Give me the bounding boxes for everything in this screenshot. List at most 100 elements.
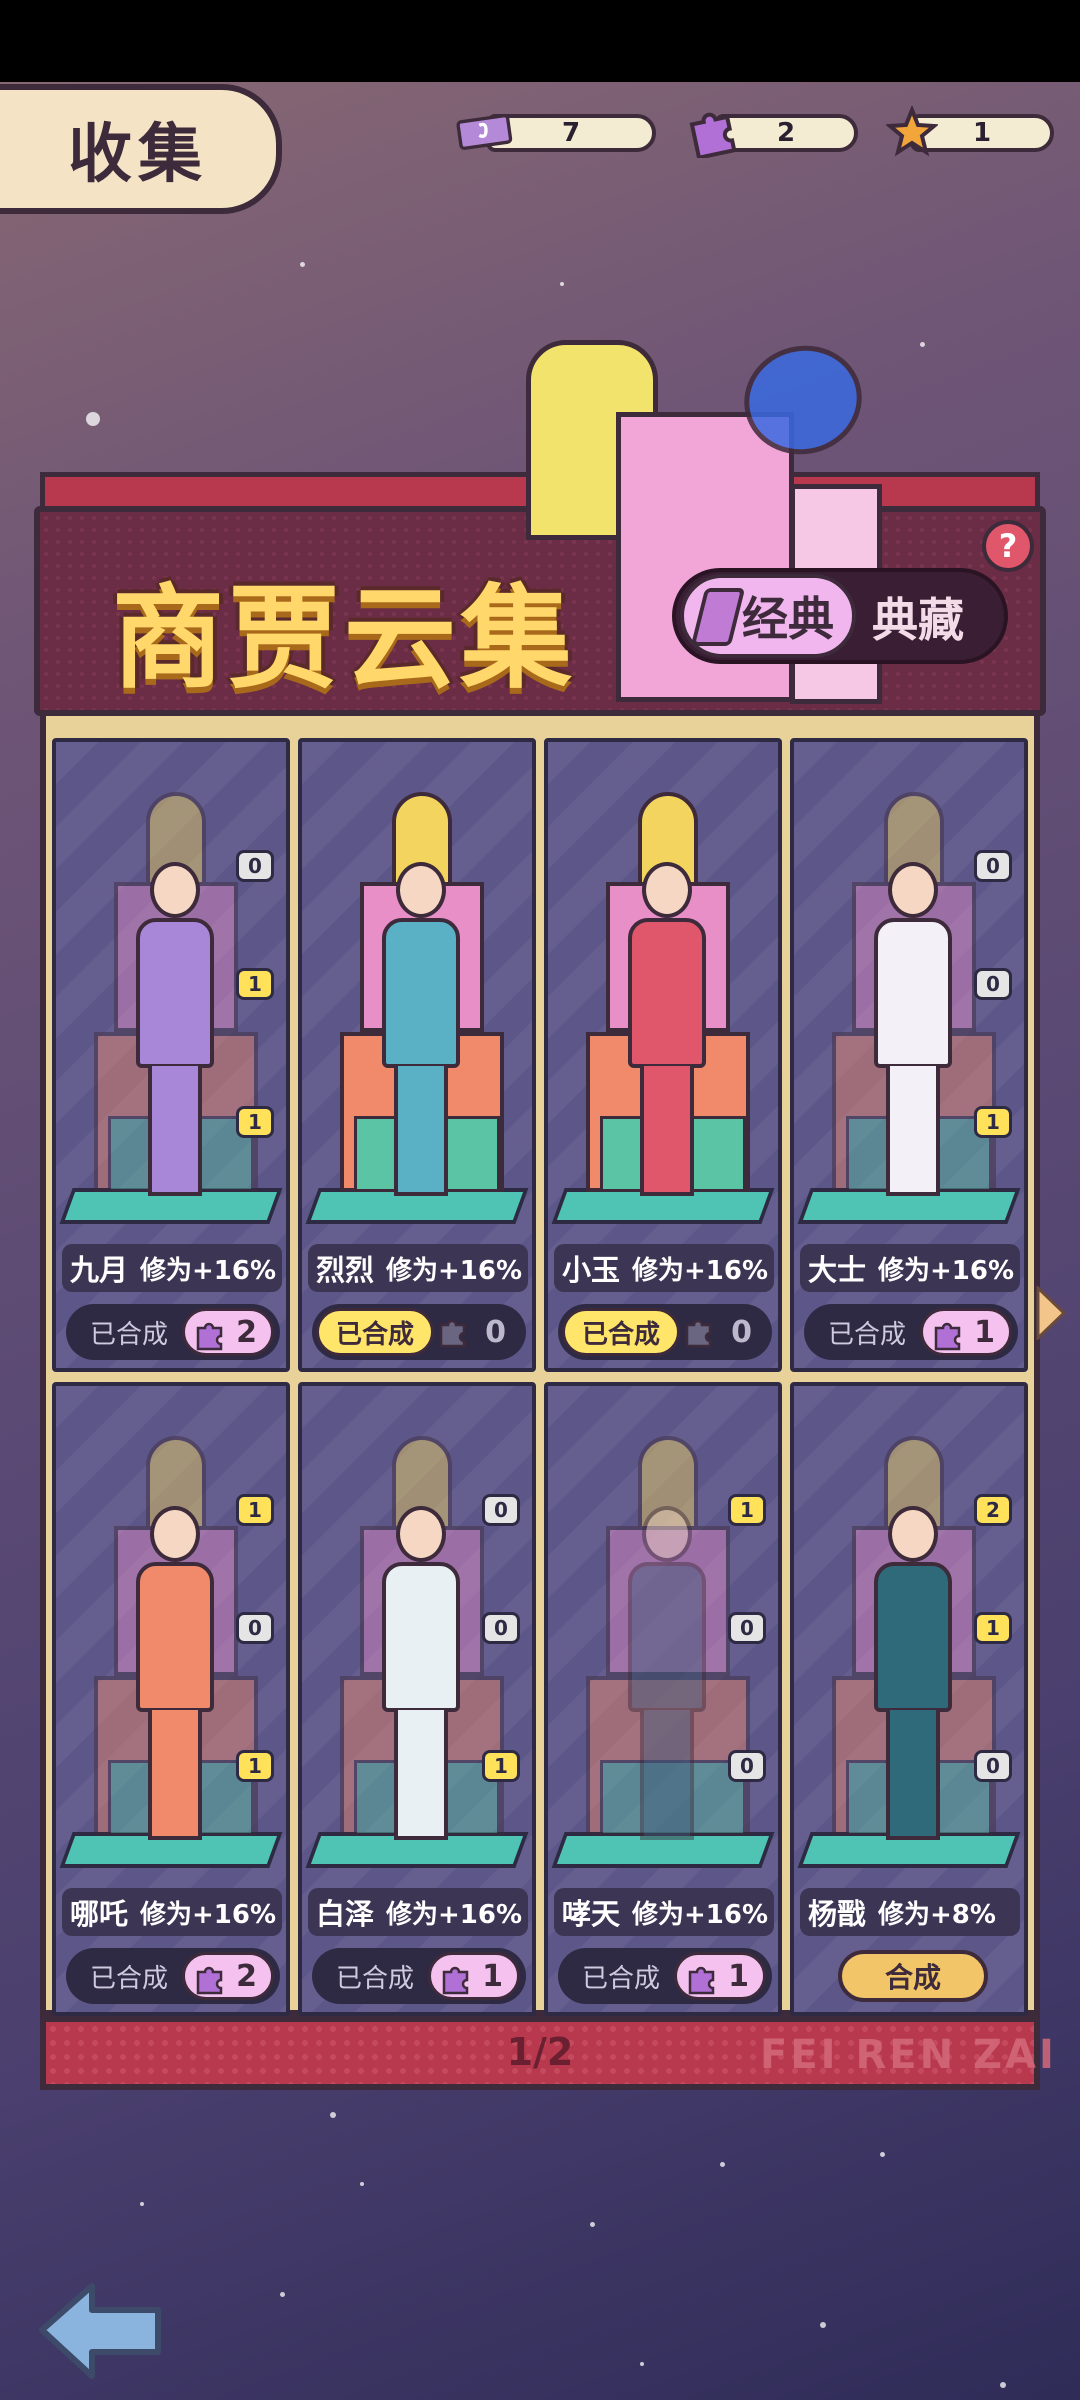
name-bar: 大士 修为+16%: [800, 1244, 1020, 1292]
fragment-count-value: 0: [485, 1314, 506, 1350]
currency-ticket: 7: [456, 108, 656, 154]
piece-count-tag: 2: [974, 1494, 1012, 1526]
character-portrait: [126, 862, 222, 1202]
name-bar: 杨戬 修为+8%: [800, 1888, 1020, 1936]
piece-count-tag: 1: [236, 1106, 274, 1138]
puzzle-piece-icon: [196, 1322, 223, 1351]
piece-count-tag: 1: [974, 1106, 1012, 1138]
piece-count-tag: 0: [236, 850, 274, 882]
synthesis-status: 已合成 2: [66, 1304, 280, 1360]
synthesis-status: 已合成 0: [312, 1304, 526, 1360]
ticket-icon: [456, 104, 516, 160]
fragment-count: 1: [428, 1952, 520, 2000]
fragment-count-value: 0: [731, 1314, 752, 1350]
system-status-bar: [0, 0, 1080, 82]
currency-star: 1: [882, 106, 1054, 157]
cultivation-bonus: 修为+16%: [140, 1899, 277, 1930]
synthesized-label: 已合成: [581, 1963, 660, 1994]
star-dot: [330, 2112, 336, 2118]
fragment-count-value: 1: [728, 1958, 749, 1994]
character-portrait: [372, 862, 468, 1202]
puzzle-piece-icon: [685, 1319, 712, 1348]
character-portrait: [126, 1506, 222, 1846]
star-dot: [880, 2152, 885, 2157]
cultivation-bonus: 修为+16%: [632, 1255, 769, 1286]
cultivation-bonus: 修为+16%: [386, 1255, 523, 1286]
piece-count-tag: 1: [236, 1494, 274, 1526]
star-dot: [140, 2202, 144, 2206]
character-card[interactable]: 1 0 0 哮天 修为+16% 已合成 1: [544, 1382, 782, 2016]
tab-classic[interactable]: 经典: [680, 574, 856, 658]
synthesized-label: 已合成: [562, 1308, 680, 1356]
piece-count-tag: 0: [482, 1494, 520, 1526]
character-portrait: [618, 862, 714, 1202]
fragment-count: 0: [674, 1308, 766, 1356]
name-bar: 哪吒 修为+16%: [62, 1888, 282, 1936]
fragment-count: 0: [428, 1308, 520, 1356]
synthesis-status: 已合成 0: [558, 1304, 772, 1360]
name-bar: 九月 修为+16%: [62, 1244, 282, 1292]
cultivation-bonus: 修为+16%: [632, 1899, 769, 1930]
puzzle-piece-icon: [196, 1966, 223, 1995]
character-name: 白泽: [316, 1897, 375, 1931]
book-icon: [690, 588, 746, 646]
chevron-right-icon[interactable]: [1036, 1284, 1067, 1342]
star-count: 1: [972, 118, 992, 148]
brand-watermark: FEI REN ZAI: [760, 2032, 1057, 2078]
piece-count-tag: 0: [974, 1750, 1012, 1782]
piece-count-tag: 1: [482, 1750, 520, 1782]
synthesize-button[interactable]: 合成: [838, 1950, 988, 2002]
ticket-count: 7: [561, 118, 581, 148]
puzzle-piece-icon: [688, 1966, 715, 1995]
piece-count-tag: 0: [974, 850, 1012, 882]
character-card[interactable]: 0 0 1 大士 修为+16% 已合成 1: [790, 738, 1028, 1372]
banner-title: 商贾云集: [112, 574, 576, 704]
name-bar: 白泽 修为+16%: [308, 1888, 528, 1936]
page-indicator: 1/2: [506, 2030, 574, 2074]
star-dot: [300, 262, 305, 267]
character-name: 哪吒: [70, 1897, 129, 1931]
fragment-count-value: 1: [974, 1314, 995, 1350]
character-name: 九月: [70, 1253, 129, 1287]
character-portrait: [618, 1506, 714, 1846]
star-dot: [1000, 2382, 1006, 2388]
fragment-count-value: 1: [482, 1958, 503, 1994]
character-card[interactable]: 2 1 0 杨戬 修为+8% 合成: [790, 1382, 1028, 2016]
character-name: 杨戬: [808, 1897, 867, 1931]
synthesis-status: 已合成 1: [558, 1948, 772, 2004]
piece-count-tag: 0: [482, 1612, 520, 1644]
help-button[interactable]: ?: [982, 520, 1034, 572]
piece-count-tag: 1: [974, 1612, 1012, 1644]
fragment-count: 2: [182, 1952, 274, 2000]
character-card[interactable]: 小玉 修为+16% 已合成 0: [544, 738, 782, 1372]
synthesized-label: 已合成: [89, 1319, 168, 1350]
synthesis-status: 已合成 2: [66, 1948, 280, 2004]
star-dot: [360, 2182, 364, 2186]
puzzle-piece-icon: [439, 1319, 466, 1348]
star-dot: [640, 2362, 644, 2366]
star-icon: [882, 104, 942, 160]
character-name: 烈烈: [316, 1253, 375, 1287]
cultivation-bonus: 修为+16%: [878, 1255, 1015, 1286]
cultivation-bonus: 修为+16%: [386, 1899, 523, 1930]
tab-collection[interactable]: 典藏: [872, 584, 964, 650]
name-bar: 哮天 修为+16%: [554, 1888, 774, 1936]
synthesis-status: 已合成 1: [804, 1304, 1018, 1360]
fragment-count: 2: [182, 1308, 274, 1356]
character-card[interactable]: 0 0 1 白泽 修为+16% 已合成 1: [298, 1382, 536, 2016]
character-name: 大士: [808, 1253, 867, 1287]
puzzle-piece-icon: [934, 1322, 961, 1351]
piece-count-tag: 1: [236, 968, 274, 1000]
tab-classic-label: 经典: [742, 592, 834, 646]
piece-count-tag: 0: [236, 1612, 274, 1644]
character-card[interactable]: 1 0 1 哪吒 修为+16% 已合成 2: [52, 1382, 290, 2016]
piece-count-tag: 1: [236, 1750, 274, 1782]
character-card[interactable]: 0 1 1 九月 修为+16% 已合成 2: [52, 738, 290, 1372]
character-portrait: [864, 1506, 960, 1846]
character-name: 哮天: [562, 1897, 621, 1931]
fragment-count: 1: [920, 1308, 1012, 1356]
piece-count-tag: 0: [728, 1750, 766, 1782]
back-arrow-icon[interactable]: [36, 2278, 164, 2382]
character-card[interactable]: 烈烈 修为+16% 已合成 0: [298, 738, 536, 1372]
fragment-count-value: 2: [236, 1958, 257, 1994]
